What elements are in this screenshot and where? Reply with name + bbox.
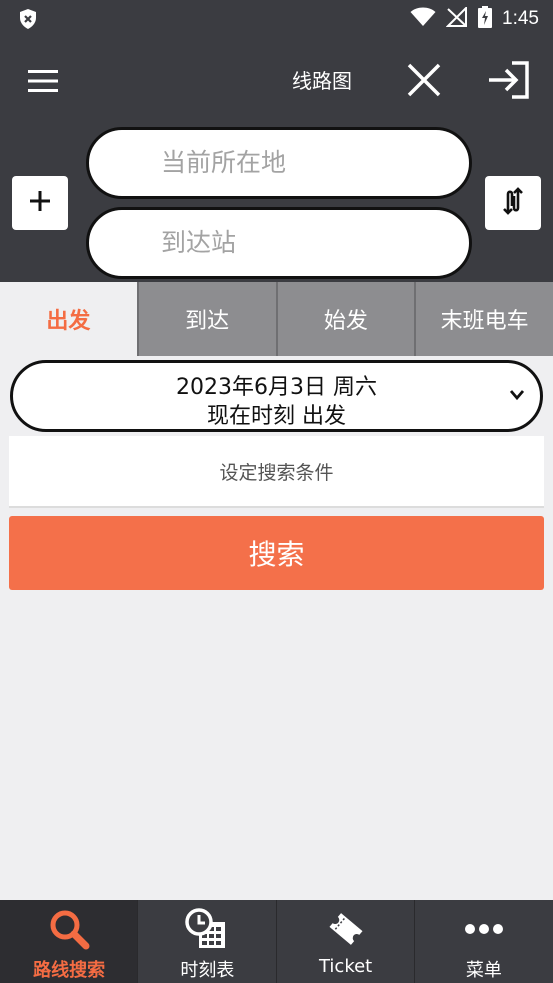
swap-stations-button[interactable] (485, 176, 541, 230)
search-mode-tabs: 出发 到达 始发 末班电车 (0, 282, 553, 356)
date-time-selector[interactable]: 2023年6月3日 周六 现在时刻 出发 (10, 360, 543, 432)
nav-label: 路线搜索 (33, 960, 106, 981)
wifi-icon (410, 7, 436, 31)
tab-first-train[interactable]: 始发 (275, 282, 415, 356)
search-button[interactable]: 搜索 (9, 516, 544, 590)
bottom-navigation: 路线搜索 时刻表 Ticket 菜单 (0, 900, 553, 983)
app-bar: 线路图 (0, 38, 553, 124)
nav-ticket[interactable]: Ticket (277, 900, 415, 983)
date-label: 2023年6月3日 周六 (176, 375, 377, 400)
nav-timetable[interactable]: 时刻表 (138, 900, 277, 983)
swap-vertical-icon (499, 186, 527, 220)
search-icon (47, 908, 91, 950)
shield-icon (18, 8, 38, 34)
more-icon (462, 908, 506, 950)
arrival-station-input[interactable]: 到达站 (86, 207, 472, 279)
status-time: 1:45 (502, 8, 539, 29)
nav-label: 菜单 (465, 960, 502, 981)
tab-last-train[interactable]: 末班电车 (414, 282, 553, 356)
add-via-button[interactable] (12, 176, 68, 230)
nav-label: Ticket (318, 956, 373, 977)
signal-off-icon (445, 5, 468, 31)
plus-icon (28, 189, 52, 217)
tab-departure[interactable]: 出发 (0, 282, 137, 356)
search-conditions-button[interactable]: 设定搜索条件 (9, 436, 544, 508)
nav-route-search[interactable]: 路线搜索 (0, 900, 139, 983)
status-bar: 1:45 (0, 0, 553, 38)
timetable-icon (185, 908, 229, 950)
departure-station-input[interactable]: 当前所在地 (86, 127, 472, 199)
close-icon[interactable] (402, 58, 446, 102)
tab-arrival[interactable]: 到达 (136, 282, 276, 356)
route-map-button[interactable]: 线路图 (292, 64, 352, 98)
chevron-down-icon (508, 387, 526, 407)
ticket-icon (324, 908, 368, 950)
nav-menu[interactable]: 菜单 (415, 900, 553, 983)
time-mode-label: 现在时刻 出发 (207, 404, 346, 429)
battery-charging-icon (478, 6, 493, 32)
login-icon[interactable] (486, 58, 534, 102)
station-search-panel: 当前所在地 到达站 (0, 124, 553, 282)
nav-label: 时刻表 (180, 960, 235, 981)
menu-icon[interactable] (22, 63, 64, 99)
